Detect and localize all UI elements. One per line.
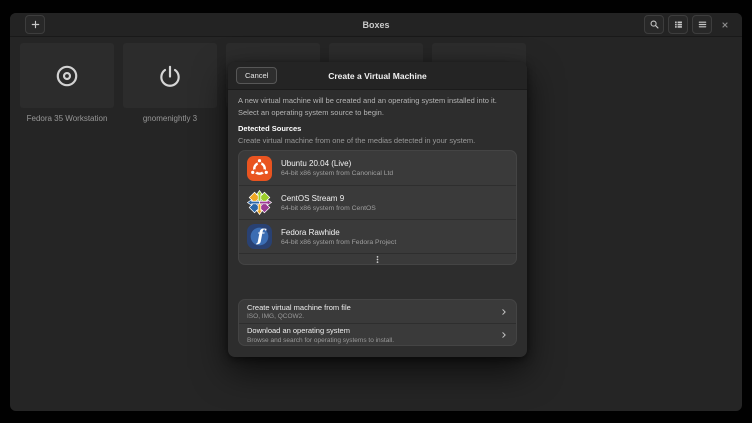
create-from-file-row[interactable]: Create virtual machine from file ISO, IM…	[239, 300, 516, 323]
headerbar: Boxes	[10, 13, 742, 37]
action-title: Create virtual machine from file	[247, 303, 516, 312]
detected-sources-heading: Detected Sources	[238, 124, 517, 133]
dialog-body: A new virtual machine will be created an…	[228, 90, 527, 346]
show-more-sources-row[interactable]	[239, 253, 516, 265]
headerbar-right	[644, 15, 734, 34]
ubuntu-logo-icon	[247, 156, 272, 181]
close-window-button[interactable]	[716, 16, 734, 34]
source-row-ubuntu[interactable]: Ubuntu 20.04 (Live) 64-bit x86 system fr…	[239, 151, 516, 185]
vm-tile-gnomenightly[interactable]: gnomenightly 3	[123, 43, 217, 123]
power-icon	[157, 63, 183, 89]
detected-sources-list: Ubuntu 20.04 (Live) 64-bit x86 system fr…	[238, 150, 517, 265]
intro-text-line2: Select an operating system source to beg…	[238, 107, 517, 119]
menu-icon	[697, 19, 708, 30]
vm-thumbnail	[123, 43, 217, 108]
disc-icon	[54, 63, 80, 89]
source-row-fedora[interactable]: f Fedora Rawhide 64-bit x86 system from …	[239, 219, 516, 253]
menu-button[interactable]	[692, 15, 712, 34]
chevron-right-icon	[500, 308, 508, 316]
list-view-button[interactable]	[668, 15, 688, 34]
centos-logo-icon	[247, 190, 272, 215]
vm-tile-label: gnomenightly 3	[123, 114, 217, 123]
fedora-logo-icon: f	[247, 224, 272, 249]
action-title: Download an operating system	[247, 326, 516, 335]
source-description: 64-bit x86 system from Canonical Ltd	[281, 170, 393, 177]
vm-thumbnail	[20, 43, 114, 108]
cancel-button[interactable]: Cancel	[236, 67, 277, 84]
source-name: Fedora Rawhide	[281, 228, 396, 237]
source-name: CentOS Stream 9	[281, 194, 376, 203]
download-os-row[interactable]: Download an operating system Browse and …	[239, 323, 516, 346]
search-icon	[649, 19, 660, 30]
source-name: Ubuntu 20.04 (Live)	[281, 159, 393, 168]
action-subtitle: ISO, IMG, QCOW2.	[247, 313, 516, 320]
vm-tile-fedora-35[interactable]: Fedora 35 Workstation	[20, 43, 114, 123]
source-description: 64-bit x86 system from CentOS	[281, 205, 376, 212]
other-sources-list: Create virtual machine from file ISO, IM…	[238, 299, 517, 346]
search-button[interactable]	[644, 15, 664, 34]
detected-sources-caption: Create virtual machine from one of the m…	[238, 136, 517, 145]
dialog-title: Create a Virtual Machine	[328, 71, 427, 81]
list-view-icon	[673, 19, 684, 30]
vm-tile-label: Fedora 35 Workstation	[20, 114, 114, 123]
new-vm-button[interactable]	[25, 15, 45, 34]
window-title: Boxes	[10, 20, 742, 30]
dialog-headerbar: Cancel Create a Virtual Machine	[228, 62, 527, 90]
intro-text-line1: A new virtual machine will be created an…	[238, 95, 517, 107]
close-icon	[721, 21, 729, 29]
ellipsis-vertical-icon	[373, 255, 382, 264]
create-vm-dialog: Cancel Create a Virtual Machine A new vi…	[228, 62, 527, 357]
action-subtitle: Browse and search for operating systems …	[247, 337, 516, 344]
plus-icon	[30, 19, 41, 30]
chevron-right-icon	[500, 331, 508, 339]
source-description: 64-bit x86 system from Fedora Project	[281, 239, 396, 246]
source-row-centos[interactable]: CentOS Stream 9 64-bit x86 system from C…	[239, 185, 516, 219]
screen: Boxes	[0, 0, 752, 423]
